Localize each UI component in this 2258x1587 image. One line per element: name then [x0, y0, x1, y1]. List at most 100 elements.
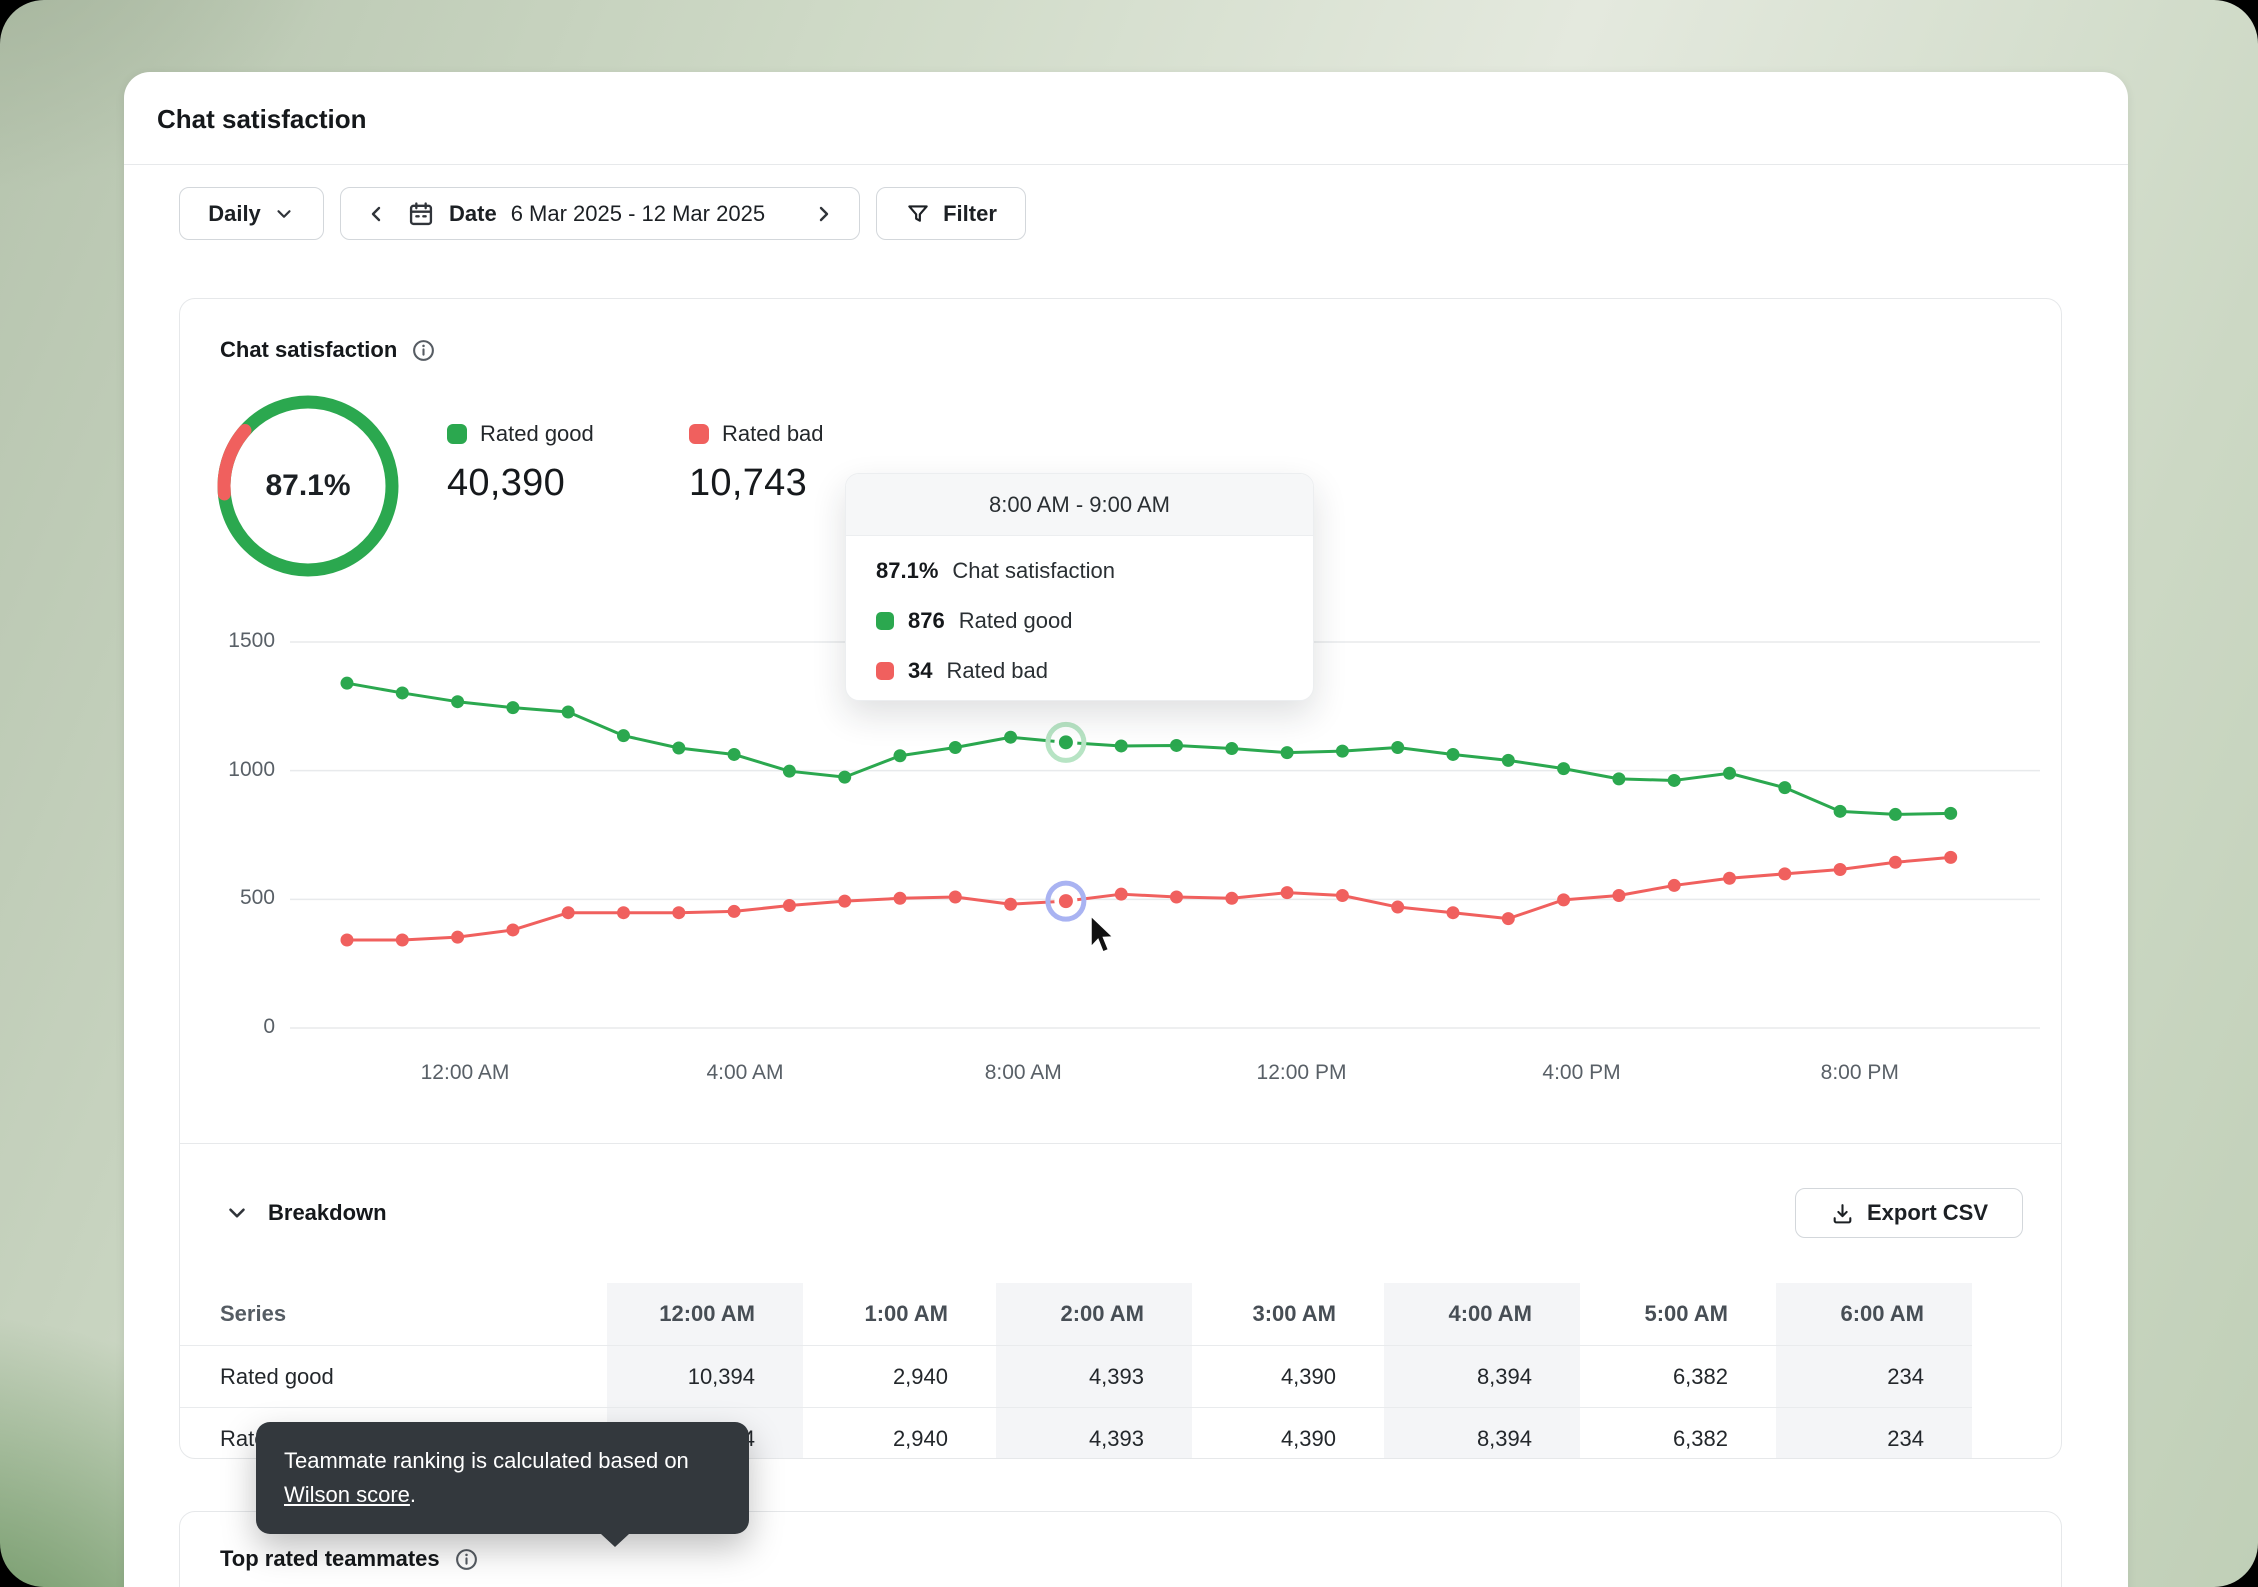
chart-point[interactable] [1391, 741, 1404, 754]
chart-point[interactable] [396, 686, 409, 699]
chart-point[interactable] [1115, 739, 1128, 752]
chart-point[interactable] [672, 742, 685, 755]
highlight-good-point[interactable] [1059, 735, 1073, 749]
chart-point[interactable] [1115, 888, 1128, 901]
info-icon[interactable] [411, 338, 436, 363]
teammates-card-title: Top rated teammates [220, 1546, 440, 1572]
table-cell: 6,382 [1580, 1346, 1776, 1408]
chart-point[interactable] [396, 933, 409, 946]
export-csv-label: Export CSV [1867, 1200, 1988, 1226]
date-range-picker[interactable]: Date 6 Mar 2025 - 12 Mar 2025 [340, 187, 860, 240]
chart-point[interactable] [949, 741, 962, 754]
x-axis-tick: 4:00 AM [706, 1061, 783, 1085]
tooltip-bad-swatch [876, 662, 894, 680]
chart-point[interactable] [1557, 762, 1570, 775]
chart-point[interactable] [451, 931, 464, 944]
chart-point[interactable] [838, 771, 851, 784]
chart-point[interactable] [783, 765, 796, 778]
tooltip-suffix: . [410, 1482, 416, 1507]
chart-point[interactable] [1225, 892, 1238, 905]
line-rated-good [347, 683, 1951, 814]
filter-button[interactable]: Filter [876, 187, 1026, 240]
table-header-cell: 2:00 AM [996, 1283, 1192, 1346]
tooltip-good-swatch [876, 612, 894, 630]
chart-point[interactable] [1447, 748, 1460, 761]
wilson-score-link[interactable]: Wilson score [284, 1482, 410, 1507]
tooltip-tail [601, 1534, 629, 1547]
chart-tooltip: 8:00 AM - 9:00 AM 87.1% Chat satisfactio… [845, 473, 1314, 701]
table-cell: 234 [1776, 1408, 1972, 1459]
rated-good-swatch [447, 424, 467, 444]
rated-bad-swatch [689, 424, 709, 444]
highlight-bad-point[interactable] [1059, 894, 1073, 908]
chart-point[interactable] [1004, 731, 1017, 744]
chart-point[interactable] [562, 705, 575, 718]
chart-point[interactable] [341, 677, 354, 690]
next-date-button[interactable] [807, 197, 841, 231]
table-cell: 4,390 [1192, 1408, 1384, 1459]
chart-point[interactable] [1944, 851, 1957, 864]
satisfaction-donut: 87.1% [213, 391, 403, 581]
chart-point[interactable] [506, 701, 519, 714]
chart-point[interactable] [341, 933, 354, 946]
chart-point[interactable] [672, 906, 685, 919]
chart-point[interactable] [1391, 901, 1404, 914]
chart-point[interactable] [1889, 856, 1902, 869]
chart-point[interactable] [894, 892, 907, 905]
chart-point[interactable] [1723, 767, 1736, 780]
chart-point[interactable] [838, 895, 851, 908]
filter-label: Filter [943, 201, 997, 227]
chart-point[interactable] [1723, 872, 1736, 885]
chart-point[interactable] [1778, 781, 1791, 794]
app-root: Chat satisfaction Daily Date 6 Mar 2025 … [0, 0, 2258, 1587]
chart-point[interactable] [1170, 891, 1183, 904]
chart-point[interactable] [1612, 772, 1625, 785]
table-cell: 10,394 [607, 1346, 803, 1408]
chart-point[interactable] [1557, 893, 1570, 906]
chart-point[interactable] [1834, 805, 1847, 818]
chart-point[interactable] [617, 906, 630, 919]
chart-point[interactable] [1281, 746, 1294, 759]
breakdown-toggle[interactable]: Breakdown [224, 1188, 387, 1238]
header-divider [124, 164, 2128, 165]
chart-point[interactable] [1502, 754, 1515, 767]
chart-point[interactable] [617, 729, 630, 742]
tooltip-bad-value: 34 [908, 658, 932, 684]
chart-point[interactable] [1170, 739, 1183, 752]
chart-point[interactable] [894, 749, 907, 762]
chart-point[interactable] [949, 891, 962, 904]
chart-point[interactable] [1281, 886, 1294, 899]
chart-point[interactable] [1336, 745, 1349, 758]
table-cell: 8,394 [1384, 1346, 1580, 1408]
chart-point[interactable] [1004, 898, 1017, 911]
previous-date-button[interactable] [359, 197, 393, 231]
chart-point[interactable] [728, 905, 741, 918]
chart-point[interactable] [1612, 889, 1625, 902]
export-csv-button[interactable]: Export CSV [1795, 1188, 2023, 1238]
chart-point[interactable] [562, 906, 575, 919]
chart-point[interactable] [783, 899, 796, 912]
chart-point[interactable] [1944, 807, 1957, 820]
table-cell: 4,390 [1192, 1346, 1384, 1408]
chart-point[interactable] [1889, 808, 1902, 821]
chart-point[interactable] [1778, 867, 1791, 880]
chart-point[interactable] [506, 923, 519, 936]
table-header-cell: Series [180, 1283, 607, 1346]
tooltip-good-value: 876 [908, 608, 945, 634]
granularity-dropdown[interactable]: Daily [179, 187, 324, 240]
chart-point[interactable] [1834, 863, 1847, 876]
chart-point[interactable] [1447, 906, 1460, 919]
chart-point[interactable] [1225, 742, 1238, 755]
section-divider [180, 1143, 2061, 1144]
filter-funnel-icon [905, 201, 931, 227]
info-icon[interactable] [454, 1547, 479, 1572]
rated-bad-label: Rated bad [722, 421, 824, 447]
x-axis-tick: 4:00 PM [1542, 1061, 1620, 1085]
date-range-value: 6 Mar 2025 - 12 Mar 2025 [511, 201, 765, 227]
chart-point[interactable] [728, 748, 741, 761]
chart-point[interactable] [1668, 879, 1681, 892]
chart-point[interactable] [1668, 774, 1681, 787]
chart-point[interactable] [451, 695, 464, 708]
chart-point[interactable] [1336, 889, 1349, 902]
chart-point[interactable] [1502, 912, 1515, 925]
